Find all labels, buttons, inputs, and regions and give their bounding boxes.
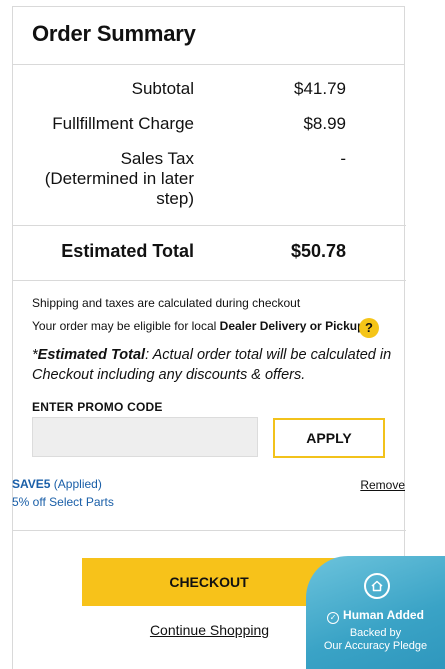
est-note-bold: Estimated Total bbox=[37, 347, 146, 363]
estimated-total-value: $50.78 bbox=[290, 241, 346, 261]
accuracy-pledge-badge[interactable]: ✓ Human Added Backed by Our Accuracy Pled… bbox=[306, 556, 445, 669]
shipping-note: Shipping and taxes are calculated during… bbox=[32, 296, 301, 310]
promo-code-input[interactable] bbox=[32, 417, 258, 457]
badge-line2: Our Accuracy Pledge bbox=[323, 640, 428, 652]
badge-line1: Backed by bbox=[349, 627, 402, 639]
sales-tax-label: Sales Tax (Determined in later step) bbox=[4, 149, 194, 209]
fulfillment-value: $8.99 bbox=[303, 114, 346, 133]
subtotal-value: $41.79 bbox=[294, 79, 346, 98]
dealer-note-prefix: Your order may be eligible for local bbox=[32, 319, 220, 333]
applied-promo-code: SAVE5 bbox=[12, 477, 51, 491]
remove-promo-link[interactable]: Remove bbox=[360, 478, 405, 492]
estimated-total-note: *Estimated Total: Actual order total wil… bbox=[32, 345, 392, 385]
badge-title: ✓ Human Added bbox=[306, 608, 445, 624]
sales-tax-label-line3: step) bbox=[156, 189, 194, 208]
dealer-note-bold: Dealer Delivery or Pickup. bbox=[219, 319, 368, 333]
total-divider-top bbox=[13, 225, 406, 226]
fulfillment-label: Fullfillment Charge bbox=[52, 114, 194, 133]
home-icon bbox=[364, 573, 390, 599]
sales-tax-label-line1: Sales Tax bbox=[120, 149, 194, 168]
applied-promo-status: (Applied) bbox=[50, 477, 102, 491]
sales-tax-value: - bbox=[340, 149, 346, 168]
sales-tax-label-line2: (Determined in later bbox=[44, 169, 194, 188]
help-icon[interactable]: ? bbox=[359, 318, 379, 338]
promo-code-label: ENTER PROMO CODE bbox=[32, 400, 163, 414]
promo-divider bbox=[13, 530, 406, 531]
estimated-total-label: Estimated Total bbox=[61, 241, 194, 261]
badge-title-text: Human Added bbox=[343, 608, 424, 622]
applied-promo: SAVE5 (Applied) bbox=[12, 477, 102, 491]
order-summary-title: Order Summary bbox=[32, 21, 196, 46]
subtotal-label: Subtotal bbox=[131, 79, 194, 98]
apply-button[interactable]: APPLY bbox=[273, 418, 385, 458]
dealer-note: Your order may be eligible for local Dea… bbox=[32, 318, 368, 334]
total-divider-bottom bbox=[13, 280, 406, 281]
checkout-button[interactable]: CHECKOUT bbox=[82, 558, 336, 606]
check-circle-icon: ✓ bbox=[327, 612, 340, 624]
